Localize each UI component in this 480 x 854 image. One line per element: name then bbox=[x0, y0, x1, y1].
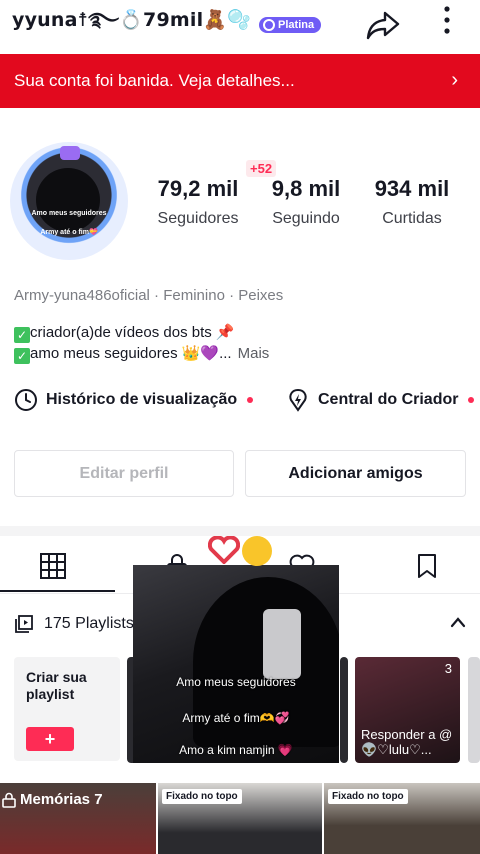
playlist-card[interactable] bbox=[340, 657, 348, 763]
preview-caption-2: Army até o fim🫶💞 bbox=[182, 711, 290, 725]
pinned-badge: Fixado no topo bbox=[328, 789, 408, 804]
followers-count: 79,2 mil bbox=[157, 176, 239, 201]
profile-meta: Army-yuna486oficial · Feminino · Peixes bbox=[14, 287, 284, 304]
chevron-right-icon: › bbox=[451, 69, 458, 91]
creator-center-label: Central do Criador bbox=[318, 391, 459, 408]
ban-notice-text: Sua conta foi banida. Veja detalhes... bbox=[14, 71, 295, 90]
add-friends-button[interactable]: Adicionar amigos bbox=[245, 450, 466, 497]
playlists-count-label: 175 Playlists bbox=[44, 615, 134, 632]
active-tab-indicator bbox=[0, 590, 115, 592]
notification-dot bbox=[247, 397, 254, 403]
creator-center-link[interactable]: Central do Criador bbox=[286, 388, 475, 412]
pinned-video[interactable]: Fixado no topo bbox=[324, 783, 480, 854]
more-options-icon[interactable] bbox=[436, 4, 458, 38]
following-stat[interactable]: 9,8 mil Seguindo bbox=[262, 176, 350, 228]
videos-grid-icon[interactable] bbox=[39, 552, 67, 580]
playlist-card[interactable] bbox=[468, 657, 480, 763]
preview-caption-1: Amo meus seguidores bbox=[176, 675, 296, 689]
likes-stat[interactable]: 934 mil Curtidas bbox=[366, 176, 458, 228]
phone-image bbox=[263, 609, 301, 679]
new-followers-badge: +52 bbox=[246, 160, 277, 177]
clock-icon bbox=[15, 389, 37, 411]
preview-caption-3: Amo a kim namjin 💗 bbox=[179, 743, 293, 757]
username[interactable]: yyuna☨࿐💍79mil🧸🫧 bbox=[12, 0, 251, 52]
section-divider bbox=[0, 526, 480, 536]
create-playlist-card[interactable]: Criar sua playlist + bbox=[14, 657, 120, 761]
view-history-label: Histórico de visualização bbox=[46, 391, 238, 408]
bookmark-icon[interactable] bbox=[413, 552, 441, 580]
likes-label: Curtidas bbox=[382, 210, 442, 227]
chevron-up-icon[interactable] bbox=[450, 616, 466, 628]
playlist-title: Responder a @👽♡lulu♡... bbox=[361, 727, 453, 757]
pleading-face-emoji-icon bbox=[242, 536, 272, 566]
top-bar: yyuna☨࿐💍79mil🧸🫧 Platina bbox=[0, 0, 480, 50]
check-icon: ✓ bbox=[14, 348, 30, 364]
video-preview-popup[interactable]: Amo meus seguidores Army até o fim🫶💞 Amo… bbox=[133, 565, 339, 763]
avatar-caption-1: Amo meus seguidores bbox=[31, 210, 107, 217]
memories-item[interactable]: Memórias 7 bbox=[0, 783, 156, 854]
notification-dot bbox=[468, 397, 475, 403]
view-history-link[interactable]: Histórico de visualização bbox=[14, 388, 254, 412]
pinned-badge: Fixado no topo bbox=[162, 789, 242, 804]
avatar-frame-ornament bbox=[60, 146, 80, 160]
add-playlist-button[interactable]: + bbox=[26, 727, 74, 751]
memories-label: Memórias 7 bbox=[2, 791, 103, 808]
create-playlist-label: Criar sua playlist bbox=[26, 669, 87, 702]
lock-icon bbox=[2, 792, 16, 808]
avatar-photo bbox=[36, 168, 100, 232]
playlist-video-count: 3 bbox=[444, 661, 452, 676]
pinned-video[interactable]: Fixado no topo bbox=[158, 783, 322, 854]
heart-emoji-icon bbox=[208, 536, 240, 564]
bio-line-1: ✓ criador(a)de vídeos dos bts 📌 bbox=[14, 323, 235, 343]
avatar[interactable]: Amo meus seguidores Army até o fim💝 bbox=[10, 142, 128, 260]
badge-icon bbox=[263, 19, 276, 31]
edit-profile-button[interactable]: Editar perfil bbox=[14, 450, 234, 497]
likes-count: 934 mil bbox=[374, 176, 450, 201]
avatar-caption-2: Army até o fim💝 bbox=[40, 229, 98, 236]
following-count: 9,8 mil bbox=[271, 176, 341, 201]
following-label: Seguindo bbox=[272, 210, 340, 227]
followers-stat[interactable]: 79,2 mil Seguidores bbox=[150, 176, 246, 228]
check-icon: ✓ bbox=[14, 327, 30, 343]
playlist-card[interactable]: 3 Responder a @👽♡lulu♡... bbox=[355, 657, 460, 763]
bio-line-2: ✓ amo meus seguidores 👑💜... Mais bbox=[14, 344, 269, 364]
lightbulb-icon bbox=[289, 388, 307, 412]
profile-stats: 79,2 mil Seguidores 9,8 mil Seguindo 934… bbox=[150, 176, 470, 236]
playlist-icon bbox=[15, 615, 33, 633]
bio-more-link[interactable]: Mais bbox=[238, 345, 270, 362]
followers-label: Seguidores bbox=[157, 210, 239, 227]
platina-badge[interactable]: Platina bbox=[259, 17, 322, 33]
ban-notice-banner[interactable]: Sua conta foi banida. Veja detalhes... › bbox=[0, 54, 480, 108]
badge-label: Platina bbox=[278, 19, 315, 31]
share-icon[interactable] bbox=[366, 10, 400, 40]
